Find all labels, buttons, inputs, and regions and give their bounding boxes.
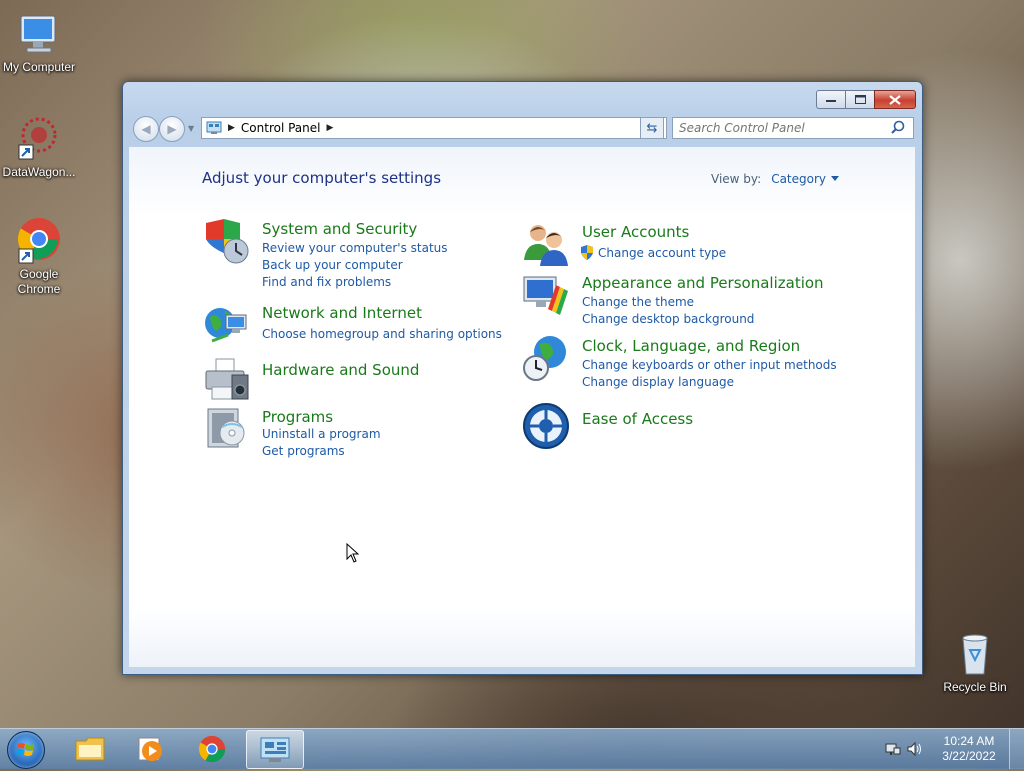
link-homegroup-sharing[interactable]: Choose homegroup and sharing options [262,327,502,341]
network-icon[interactable] [884,740,902,761]
ease-of-access-icon [522,402,570,450]
category-title[interactable]: User Accounts [582,223,689,241]
desktop-icon-label: Google Chrome [17,267,61,296]
category-title[interactable]: Clock, Language, and Region [582,337,800,355]
monitor-palette-icon [522,271,570,319]
link-change-desktop-background[interactable]: Change desktop background [582,312,754,326]
chrome-icon [15,217,63,265]
start-button[interactable] [7,731,45,769]
folder-icon [75,737,105,760]
media-player-icon [138,737,162,761]
category-title[interactable]: Appearance and Personalization [582,274,824,292]
search-box[interactable] [672,117,914,139]
desktop-icon-label: My Computer [2,60,76,74]
close-button[interactable] [874,90,916,109]
address-bar[interactable]: ▶ Control Panel ▶ ▼ [201,117,667,139]
refresh-icon: ⇆ [646,120,658,136]
clock[interactable]: 10:24 AM 3/22/2022 [938,734,1000,764]
minimize-button[interactable] [816,90,846,109]
mouse-cursor-icon [346,543,360,563]
window-caption-buttons [816,90,916,109]
link-change-display-language[interactable]: Change display language [582,375,734,389]
desktop-icon-google-chrome[interactable]: Google Chrome [0,217,78,297]
shield-icon [202,217,250,265]
link-find-fix[interactable]: Find and fix problems [262,275,391,289]
chrome-icon [198,735,226,762]
arrow-left-icon: ◀ [141,122,151,136]
show-desktop-button[interactable] [1009,729,1024,769]
desktop-icon-label: Recycle Bin [943,680,1007,694]
view-by-value[interactable]: Category [771,172,826,186]
link-label[interactable]: Change account type [598,246,726,260]
link-get-programs[interactable]: Get programs [262,444,345,458]
search-icon[interactable] [891,120,905,137]
category-title[interactable]: System and Security [262,220,417,238]
category-title[interactable]: Network and Internet [262,304,422,322]
control-panel-icon [260,737,290,762]
taskbar-media-player[interactable] [122,730,178,767]
view-by-label: View by: [711,172,762,186]
forward-button[interactable]: ▶ [159,116,185,142]
page-title: Adjust your computer's settings [202,169,442,187]
volume-icon[interactable] [906,740,924,761]
desktop-icon-label: DataWagon... [2,165,76,179]
recycle-bin-icon [951,630,999,678]
recent-pages-dropdown[interactable]: ▼ [188,124,194,133]
datawagon-icon [15,115,63,163]
users-icon [522,220,570,268]
search-input[interactable] [673,120,891,136]
back-button[interactable]: ◀ [133,116,159,142]
view-by: View by: Category [711,172,840,186]
desktop-icon-recycle-bin[interactable]: Recycle Bin [936,630,1014,695]
taskbar-chrome[interactable] [184,730,240,767]
clock-date: 3/22/2022 [942,749,996,763]
link-review-status[interactable]: Review your computer's status [262,241,448,255]
link-uninstall-program[interactable]: Uninstall a program [262,427,381,441]
control-panel-small-icon [206,121,222,135]
taskbar-control-panel[interactable] [246,730,304,769]
taskbar: 10:24 AM 3/22/2022 [0,728,1024,769]
breadcrumb-separator-icon[interactable]: ▶ [228,123,235,133]
computer-icon [15,10,63,58]
clock-globe-icon [522,334,570,382]
taskbar-explorer[interactable] [62,730,118,767]
category-title[interactable]: Ease of Access [582,410,693,428]
control-panel-content: Adjust your computer's settings View by:… [129,147,915,667]
clock-time: 10:24 AM [943,734,995,748]
programs-icon [202,405,250,453]
category-title[interactable]: Hardware and Sound [262,361,419,379]
chevron-down-icon[interactable] [831,176,840,181]
link-change-account-type[interactable]: Change account type [580,245,726,260]
system-tray: 10:24 AM 3/22/2022 [884,729,1024,769]
link-back-up[interactable]: Back up your computer [262,258,403,272]
link-change-theme[interactable]: Change the theme [582,295,694,309]
network-globe-icon [202,301,250,349]
control-panel-window: ◀ ▶ ▼ ▶ Control Panel ▶ ▼ ⇆ Adjust your … [122,81,923,675]
navigation-bar: ◀ ▶ ▼ ▶ Control Panel ▶ ▼ ⇆ [131,115,914,142]
maximize-button[interactable] [845,90,875,109]
arrow-right-icon: ▶ [167,122,177,136]
link-change-keyboards[interactable]: Change keyboards or other input methods [582,358,837,372]
refresh-button[interactable]: ⇆ [640,117,664,139]
uac-shield-icon [580,245,594,260]
view-by-dropdown[interactable]: Category [771,172,840,186]
category-title[interactable]: Programs [262,408,333,426]
breadcrumb-separator-icon[interactable]: ▶ [327,123,334,133]
printer-icon [202,357,250,405]
breadcrumb-control-panel[interactable]: Control Panel [241,121,321,135]
desktop-icon-datawagon[interactable]: DataWagon... [0,115,78,180]
desktop-icon-my-computer[interactable]: My Computer [0,10,78,75]
windows-logo-icon [16,743,34,756]
